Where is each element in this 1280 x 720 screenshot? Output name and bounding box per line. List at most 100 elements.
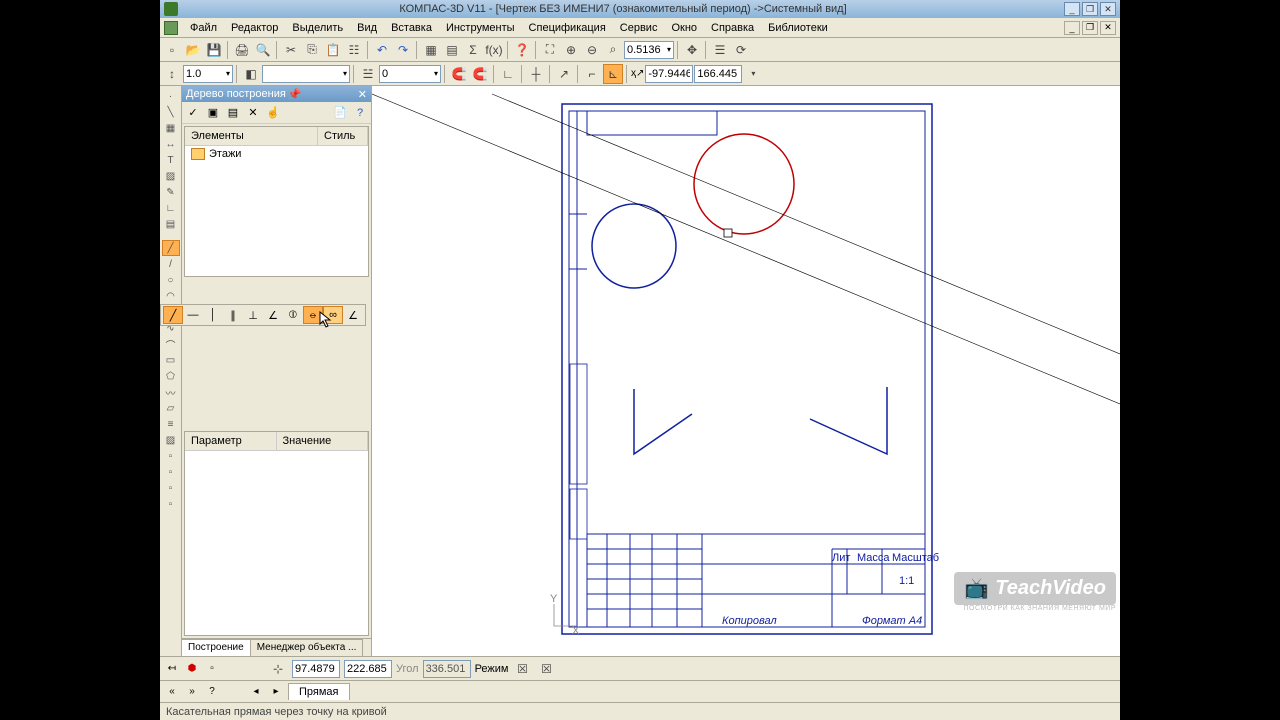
menu-help[interactable]: Справка <box>705 20 760 36</box>
tab-nav-help[interactable]: ? <box>204 684 220 700</box>
menu-select[interactable]: Выделить <box>286 20 349 36</box>
zoom-window-button[interactable]: ⌕ <box>603 40 623 60</box>
close-button[interactable]: ✕ <box>1100 2 1116 16</box>
undo-button[interactable]: ↶ <box>372 40 392 60</box>
flyout-tangent-point-button[interactable]: ⦵ <box>303 306 323 324</box>
arc-button[interactable]: ◠ <box>162 288 180 304</box>
aux-line-button[interactable]: ╱ <box>162 240 180 256</box>
point-x-input[interactable] <box>292 660 340 678</box>
more2-button[interactable]: ▫ <box>162 464 180 480</box>
canvas-area[interactable]: Лит Масса Масштаб 1:1 Копировал Формат A… <box>372 86 1120 656</box>
snap-button[interactable]: 🧲 <box>449 64 469 84</box>
ortho-button[interactable]: ∟ <box>498 64 518 84</box>
state-1-button[interactable]: ↕ <box>162 64 182 84</box>
mode-2-button[interactable]: ☒ <box>536 659 556 679</box>
tree-btn-4[interactable]: ✕ <box>244 104 262 122</box>
point-xy-button[interactable]: ⊹ <box>268 659 288 679</box>
contour-button[interactable]: ▱ <box>162 400 180 416</box>
flyout-angle-button[interactable]: ∠ <box>263 306 283 324</box>
grid2-button[interactable]: ┼ <box>526 64 546 84</box>
flyout-aux-line-button[interactable]: ╱ <box>163 306 183 324</box>
flyout-parallel-button[interactable]: ∥ <box>223 306 243 324</box>
pan-button[interactable]: ✥ <box>682 40 702 60</box>
geom-hatch-button[interactable]: ▨ <box>162 168 180 184</box>
menu-file[interactable]: Файл <box>184 20 223 36</box>
flyout-horiz-button[interactable]: — <box>183 306 203 324</box>
child-maximize-button[interactable]: ❐ <box>1082 21 1098 35</box>
refresh-button[interactable]: ⟳ <box>731 40 751 60</box>
param2-button[interactable]: ⊾ <box>603 64 623 84</box>
menu-window[interactable]: Окно <box>665 20 703 36</box>
fillet-button[interactable]: ⌒ <box>162 336 180 352</box>
menu-edit[interactable]: Редактор <box>225 20 284 36</box>
tree-tab-build[interactable]: Построение <box>182 639 251 656</box>
snap2-button[interactable]: 🧲 <box>470 64 490 84</box>
geom-meas-button[interactable]: ▤ <box>162 216 180 232</box>
minimize-button[interactable]: _ <box>1064 2 1080 16</box>
menu-tools[interactable]: Инструменты <box>440 20 521 36</box>
scale-combo[interactable]: 1.0▾ <box>183 65 233 83</box>
print-button[interactable]: 🖨 <box>232 40 252 60</box>
geom-param-button[interactable]: ∟ <box>162 200 180 216</box>
preview-button[interactable]: 🔍 <box>253 40 273 60</box>
tree-btn-5[interactable]: ☝ <box>264 104 282 122</box>
layer-button[interactable]: ☱ <box>358 64 378 84</box>
sheet-tab[interactable]: Прямая <box>288 683 350 700</box>
flyout-tangent-2curve-button[interactable]: ∞ <box>323 306 343 324</box>
menu-view[interactable]: Вид <box>351 20 383 36</box>
tree-btn-3[interactable]: ▤ <box>224 104 242 122</box>
zoom-combo[interactable]: 0.5136▾ <box>624 41 674 59</box>
more4-button[interactable]: ▫ <box>162 496 180 512</box>
equidist-button[interactable]: ≡ <box>162 416 180 432</box>
geom-edit-button[interactable]: ✎ <box>162 184 180 200</box>
help-button[interactable]: ❓ <box>512 40 532 60</box>
mode-1-button[interactable]: ☒ <box>512 659 532 679</box>
tree-close-button[interactable]: ✕ <box>358 88 367 101</box>
fx-button[interactable]: f(x) <box>484 40 504 60</box>
child-close-button[interactable]: ✕ <box>1100 21 1116 35</box>
tab-nav-first[interactable]: « <box>164 684 180 700</box>
tree-tab-manager[interactable]: Менеджер объекта ... <box>251 639 364 656</box>
more1-button[interactable]: ▫ <box>162 448 180 464</box>
redo-button[interactable]: ↷ <box>393 40 413 60</box>
param-button[interactable]: ⌐ <box>582 64 602 84</box>
zoom-in-button[interactable]: ⊕ <box>561 40 581 60</box>
zoom-fit-button[interactable]: ⛶ <box>540 40 560 60</box>
nav-mode-button[interactable]: ▫ <box>204 661 220 677</box>
rect-button[interactable]: ▭ <box>162 352 180 368</box>
menu-libs[interactable]: Библиотеки <box>762 20 834 36</box>
bezier-button[interactable]: 〰 <box>162 384 180 400</box>
coord-x-input[interactable] <box>645 65 693 83</box>
tree-btn-help[interactable]: ? <box>351 104 369 122</box>
flyout-vert-button[interactable]: │ <box>203 306 223 324</box>
geom-dim-button[interactable]: ↔ <box>162 136 180 152</box>
sheet-next[interactable]: ▸ <box>268 684 284 700</box>
layers-button[interactable]: ▤ <box>442 40 462 60</box>
menu-spec[interactable]: Спецификация <box>523 20 612 36</box>
more3-button[interactable]: ▫ <box>162 480 180 496</box>
geom-grid-button[interactable]: ▦ <box>162 120 180 136</box>
vars-button[interactable]: Σ <box>463 40 483 60</box>
point-y-input[interactable] <box>344 660 392 678</box>
geom-line-button[interactable]: ╲ <box>162 104 180 120</box>
tab-nav-prev[interactable]: » <box>184 684 200 700</box>
lcs-button[interactable]: ↗ <box>554 64 574 84</box>
segment-button[interactable]: / <box>162 256 180 272</box>
tree-pin-button[interactable]: 📌 <box>288 88 302 101</box>
geom-text-button[interactable]: T <box>162 152 180 168</box>
grid-button[interactable]: ▦ <box>421 40 441 60</box>
menu-service[interactable]: Сервис <box>614 20 664 36</box>
stop-button[interactable]: ⬢ <box>184 661 200 677</box>
new-button[interactable]: ▫ <box>162 40 182 60</box>
paste-button[interactable]: 📋 <box>323 40 343 60</box>
coord-more-button[interactable]: ▾ <box>743 64 763 84</box>
geom-point-button[interactable]: · <box>162 88 180 104</box>
maximize-button[interactable]: ❐ <box>1082 2 1098 16</box>
tree-btn-new[interactable]: 📄 <box>331 104 349 122</box>
tree-btn-2[interactable]: ▣ <box>204 104 222 122</box>
copy-button[interactable]: ⎘ <box>302 40 322 60</box>
view-button[interactable]: ◧ <box>241 64 261 84</box>
coord-y-input[interactable] <box>694 65 742 83</box>
layer-combo[interactable]: 0▾ <box>379 65 441 83</box>
sheet-prev[interactable]: ◂ <box>248 684 264 700</box>
